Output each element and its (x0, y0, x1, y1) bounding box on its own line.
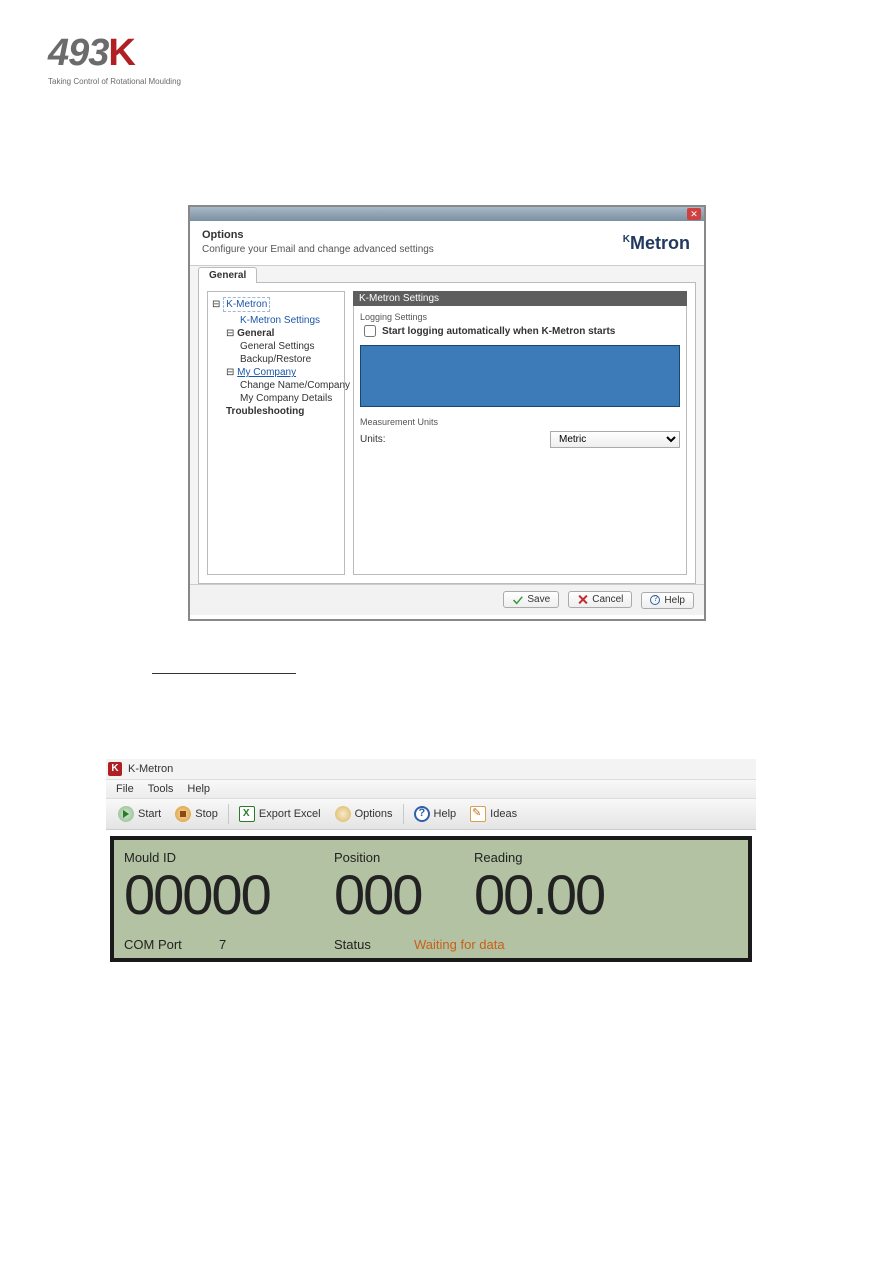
toolbar: Start Stop Export Excel Options Help Ide… (106, 799, 756, 830)
logo-letter: K (108, 32, 135, 74)
gear-icon (335, 806, 351, 822)
auto-start-label: Start logging automatically when K-Metro… (382, 326, 615, 337)
section-heading-underline (152, 656, 296, 674)
position-value: 000 (334, 867, 474, 923)
stop-button[interactable]: Stop (169, 803, 224, 825)
excel-icon (239, 806, 255, 822)
help-toolbar-button[interactable]: Help (408, 803, 463, 825)
menu-file[interactable]: File (116, 783, 134, 795)
tree-my-company[interactable]: My Company (237, 367, 296, 378)
settings-blue-panel (360, 345, 680, 407)
options-title: Options (202, 229, 692, 241)
ideas-button[interactable]: Ideas (464, 803, 523, 825)
menu-tools[interactable]: Tools (148, 783, 174, 795)
logo-tagline: Taking Control of Rotational Moulding (48, 77, 181, 86)
auto-start-checkbox[interactable] (364, 325, 376, 337)
tab-general[interactable]: General (198, 267, 257, 283)
com-port-value: 7 (219, 937, 334, 952)
tree-general-settings[interactable]: General Settings (212, 340, 340, 353)
options-button[interactable]: Options (329, 803, 399, 825)
com-port-label: COM Port (124, 937, 219, 952)
units-select[interactable]: Metric (550, 431, 680, 448)
reading-value: 00.00 (474, 867, 738, 923)
play-icon (118, 806, 134, 822)
stop-icon (175, 806, 191, 822)
app-titlebar: K K-Metron (106, 759, 756, 779)
settings-tree: ⊟ K-Metron K-Metron Settings ⊟ General G… (207, 291, 345, 575)
auto-start-checkbox-row[interactable]: Start logging automatically when K-Metro… (360, 325, 680, 337)
measurement-units-label: Measurement Units (360, 417, 680, 427)
help-icon (414, 806, 430, 822)
tree-kmetron-settings[interactable]: K-Metron Settings (212, 314, 340, 327)
status-value: Waiting for data (414, 937, 505, 952)
units-label: Units: (360, 434, 386, 445)
toolbar-separator (228, 804, 229, 824)
page-header-logo: 493K Taking Control of Rotational Mouldi… (48, 32, 181, 86)
close-icon[interactable]: ✕ (687, 208, 701, 220)
options-subtitle: Configure your Email and change advanced… (202, 244, 692, 255)
tree-troubleshooting[interactable]: Troubleshooting (212, 405, 340, 418)
export-excel-button[interactable]: Export Excel (233, 803, 327, 825)
tree-my-company-details[interactable]: My Company Details (212, 392, 340, 405)
settings-panel-title: K-Metron Settings (353, 291, 687, 306)
mould-id-value: 00000 (124, 867, 334, 923)
brand-label: KMetron (623, 233, 690, 254)
menu-help[interactable]: Help (187, 783, 210, 795)
lcd-display: Mould ID 00000 Position 000 Reading 00.0… (110, 836, 752, 962)
x-icon (577, 594, 588, 605)
settings-pane: K-Metron Settings Logging Settings Start… (353, 291, 687, 575)
app-title: K-Metron (128, 763, 173, 775)
logging-settings-label: Logging Settings (360, 312, 680, 322)
start-button[interactable]: Start (112, 803, 167, 825)
toolbar-separator (403, 804, 404, 824)
options-window: ✕ Options Configure your Email and chang… (188, 205, 706, 621)
status-label: Status (334, 937, 414, 952)
check-icon (512, 594, 523, 605)
save-button[interactable]: Save (503, 591, 559, 608)
cancel-button[interactable]: Cancel (568, 591, 632, 608)
window-titlebar: ✕ (190, 207, 704, 221)
ideas-icon (470, 806, 486, 822)
tree-backup-restore[interactable]: Backup/Restore (212, 353, 340, 366)
app-window: K K-Metron File Tools Help Start Stop Ex… (106, 759, 756, 962)
tree-general[interactable]: General (237, 328, 274, 339)
tree-change-name[interactable]: Change Name/Company (212, 379, 340, 392)
logo-number: 493 (48, 32, 108, 74)
menubar: File Tools Help (106, 779, 756, 799)
help-button[interactable]: Help (641, 592, 694, 609)
tree-root[interactable]: K-Metron (223, 297, 270, 312)
app-icon: K (108, 762, 122, 776)
dialog-button-bar: Save Cancel Help (190, 584, 704, 615)
question-icon (650, 595, 660, 605)
options-header: Options Configure your Email and change … (190, 221, 704, 266)
